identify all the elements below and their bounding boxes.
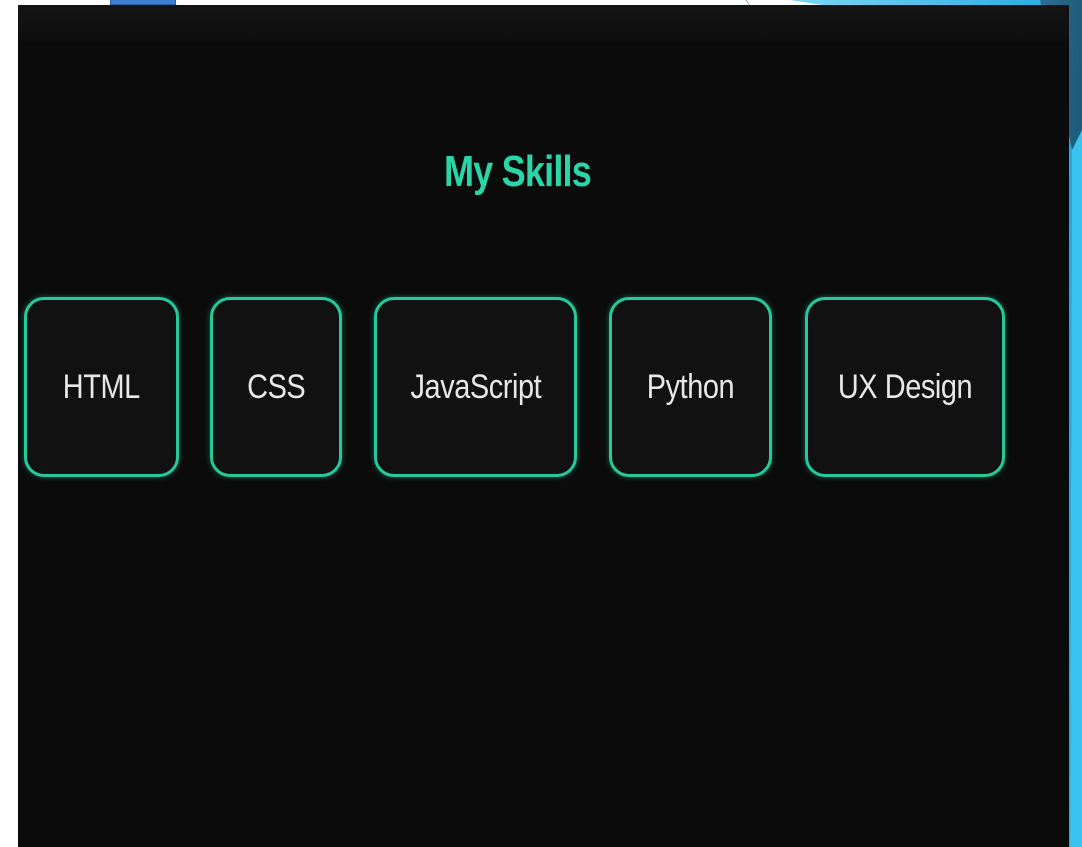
skill-card-python[interactable]: Python	[609, 297, 772, 477]
skills-list: HTML CSS JavaScript Python UX Design	[18, 297, 1069, 483]
skill-card-html[interactable]: HTML	[24, 297, 179, 477]
skill-label: UX Design	[837, 367, 973, 406]
section-top-bar	[18, 5, 1069, 41]
section-title: My Skills	[443, 147, 592, 196]
skills-section: My Skills HTML CSS JavaScript Python UX …	[18, 5, 1069, 847]
skill-label: HTML	[63, 367, 140, 406]
skill-card-javascript[interactable]: JavaScript	[374, 297, 577, 477]
skill-label: JavaScript	[410, 367, 541, 406]
skill-label: Python	[646, 367, 735, 406]
skill-label: CSS	[246, 367, 306, 406]
skill-card-css[interactable]: CSS	[210, 297, 342, 477]
slide-frame: My Skills HTML CSS JavaScript Python UX …	[0, 0, 1082, 847]
skill-card-ux-design[interactable]: UX Design	[805, 297, 1005, 477]
